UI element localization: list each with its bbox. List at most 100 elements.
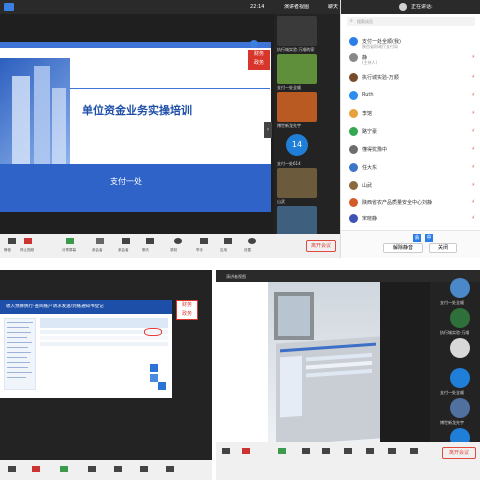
participant-row[interactable]: 宋晓静 ⚡ xyxy=(341,213,480,225)
video-thumb-label: 支付一处614 xyxy=(277,161,301,166)
stage-gap xyxy=(380,282,430,442)
mic-icon[interactable] xyxy=(8,466,16,472)
slide-header-band xyxy=(0,42,271,48)
toolbar-label: 参会者 xyxy=(92,248,103,252)
participant-name: 李馆 xyxy=(362,111,373,117)
participants-icon[interactable] xyxy=(96,238,104,244)
participant-row[interactable]: Ruth ⚡ xyxy=(341,90,480,102)
participants-icon[interactable] xyxy=(88,466,96,472)
avatar xyxy=(349,198,358,207)
search-input[interactable]: 搜索成员 xyxy=(357,19,373,24)
logo-stamp: 财务 政务 xyxy=(248,50,270,70)
participants-panel: 正在讲话: ⌕ 搜索成员 支付一处全顺(我) 陕西省财政厅支付局 静 (主持人)… xyxy=(340,0,480,258)
chat-icon[interactable] xyxy=(344,448,352,454)
footer-icon[interactable]: 会 xyxy=(413,234,421,242)
video-icon[interactable] xyxy=(242,448,250,454)
slide-header-band: 收入预算执行-查阅账户请求发送/到账通知书登记 xyxy=(0,300,172,314)
raise-hand-icon[interactable] xyxy=(388,448,396,454)
participant-name: 懂得犹豫中 xyxy=(362,147,388,153)
participant-name: 路宁豪 xyxy=(362,129,378,135)
video-thumb-label: 支付一处全顺 xyxy=(440,390,464,395)
video-thumb[interactable] xyxy=(277,16,317,46)
avatar[interactable] xyxy=(450,308,470,328)
raise-hand-icon[interactable] xyxy=(200,238,208,244)
mic-icon[interactable] xyxy=(8,238,16,244)
avatar xyxy=(349,109,358,118)
avatar[interactable] xyxy=(450,338,470,358)
unmute-all-button[interactable]: 解除静音 xyxy=(383,243,423,253)
participants-icon[interactable] xyxy=(122,238,130,244)
share-screen-icon[interactable] xyxy=(60,466,68,472)
mic-muted-icon: ⚡ xyxy=(471,215,475,221)
stage-gap xyxy=(0,420,212,460)
participant-row[interactable]: 支付一处全顺(我) 陕西省财政厅支付局 xyxy=(341,36,480,49)
meeting-toolbar: 静音 停止视频 分享屏幕 参会者 参会者 聊天 录制 举手 应用 设置 离开会议 xyxy=(0,234,340,258)
mic-muted-icon: ⚡ xyxy=(471,74,475,80)
table-row[interactable] xyxy=(40,342,168,346)
table-row[interactable] xyxy=(40,336,168,340)
close-button[interactable]: 关闭 xyxy=(429,243,457,253)
video-thumb[interactable]: 14 xyxy=(277,130,317,160)
apps-icon[interactable] xyxy=(224,238,232,244)
record-icon[interactable] xyxy=(366,448,374,454)
share-screen-icon[interactable] xyxy=(66,238,74,244)
video-thumb[interactable] xyxy=(277,54,317,84)
video-thumb-label: 支付一处全顺 xyxy=(277,85,301,90)
toolbar-label: 应用 xyxy=(220,248,227,252)
share-screen-icon[interactable] xyxy=(278,448,286,454)
record-icon[interactable] xyxy=(140,466,148,472)
chat-icon[interactable] xyxy=(146,238,154,244)
leave-meeting-button[interactable]: 离开会议 xyxy=(306,240,336,252)
participant-row[interactable]: 路宁豪 ⚡ xyxy=(341,126,480,138)
chat-icon[interactable] xyxy=(114,466,122,472)
mic-muted-icon: ⚡ xyxy=(471,128,475,134)
avatar xyxy=(349,37,358,46)
window-title: 演讲者视图 xyxy=(226,274,246,279)
toolbar-label: 分享屏幕 xyxy=(62,248,76,252)
video-icon[interactable] xyxy=(24,238,32,244)
participant-row[interactable]: 任大东 ⚡ xyxy=(341,162,480,174)
participant-name: 任大东 xyxy=(362,165,378,171)
panel-header-title: 正在讲话: xyxy=(411,4,433,10)
settings-icon[interactable] xyxy=(410,448,418,454)
video-icon[interactable] xyxy=(32,466,40,472)
toolbar-label: 聊天 xyxy=(142,248,149,252)
participant-row[interactable]: 执行城实验-万顺 ⚡ xyxy=(341,72,480,84)
toolbar-label: 录制 xyxy=(170,248,177,252)
video-thumb[interactable] xyxy=(277,206,317,236)
mic-icon[interactable] xyxy=(222,448,230,454)
logo-stamp: 财务 政务 xyxy=(176,300,198,320)
meeting-window-2: 收入预算执行-查阅账户请求发送/到账通知书登记 财务 政务 xyxy=(0,270,212,480)
participant-row[interactable]: 静 (主持人) ⚡ xyxy=(341,52,480,65)
settings-icon[interactable] xyxy=(166,466,174,472)
table-header xyxy=(40,318,168,328)
avatar xyxy=(349,214,358,223)
participants-icon[interactable] xyxy=(302,448,310,454)
leave-meeting-button[interactable]: 离开会议 xyxy=(442,447,476,459)
participants-icon[interactable] xyxy=(322,448,330,454)
video-thumb-label: 博世新龙先宇 xyxy=(277,123,301,128)
shared-slide: 单位资金业务实操培训 支付一处 xyxy=(0,42,271,212)
video-thumb[interactable] xyxy=(277,92,317,122)
footer-icon[interactable]: 中 xyxy=(425,234,433,242)
participant-row[interactable]: 山武 ⚡ xyxy=(341,180,480,192)
mic-muted-icon: ⚡ xyxy=(471,164,475,170)
avatar[interactable] xyxy=(450,368,470,388)
view-mode-toggle[interactable]: 演讲者视图 xyxy=(284,4,309,10)
avatar xyxy=(349,127,358,136)
main-meeting-window: 22:14 演讲者视图 聊天 单位资金业务实操培训 支付一处 财务 政务 › 执… xyxy=(0,0,340,258)
settings-icon[interactable] xyxy=(248,238,256,244)
avatar[interactable] xyxy=(450,398,470,418)
avatar[interactable] xyxy=(450,278,470,298)
search-box[interactable]: ⌕ 搜索成员 xyxy=(347,17,475,26)
participant-row[interactable]: 李馆 ⚡ xyxy=(341,108,480,120)
collapse-arrow-icon[interactable]: › xyxy=(264,122,272,138)
video-thumb-label: 山武 xyxy=(277,199,285,204)
participant-row[interactable]: 陕西省农产品质量安全中心刘静 ⚡ xyxy=(341,197,480,209)
tab-chat[interactable]: 聊天 xyxy=(328,4,338,10)
video-thumb[interactable] xyxy=(277,168,317,198)
record-icon[interactable] xyxy=(174,238,182,244)
participant-row[interactable]: 懂得犹豫中 ⚡ xyxy=(341,144,480,156)
video-gallery: 支付一处全顺 执行城实验-万顺 支付一处全顺 博世新龙先宇 xyxy=(440,276,480,456)
toolbar-label: 参会者 xyxy=(118,248,129,252)
